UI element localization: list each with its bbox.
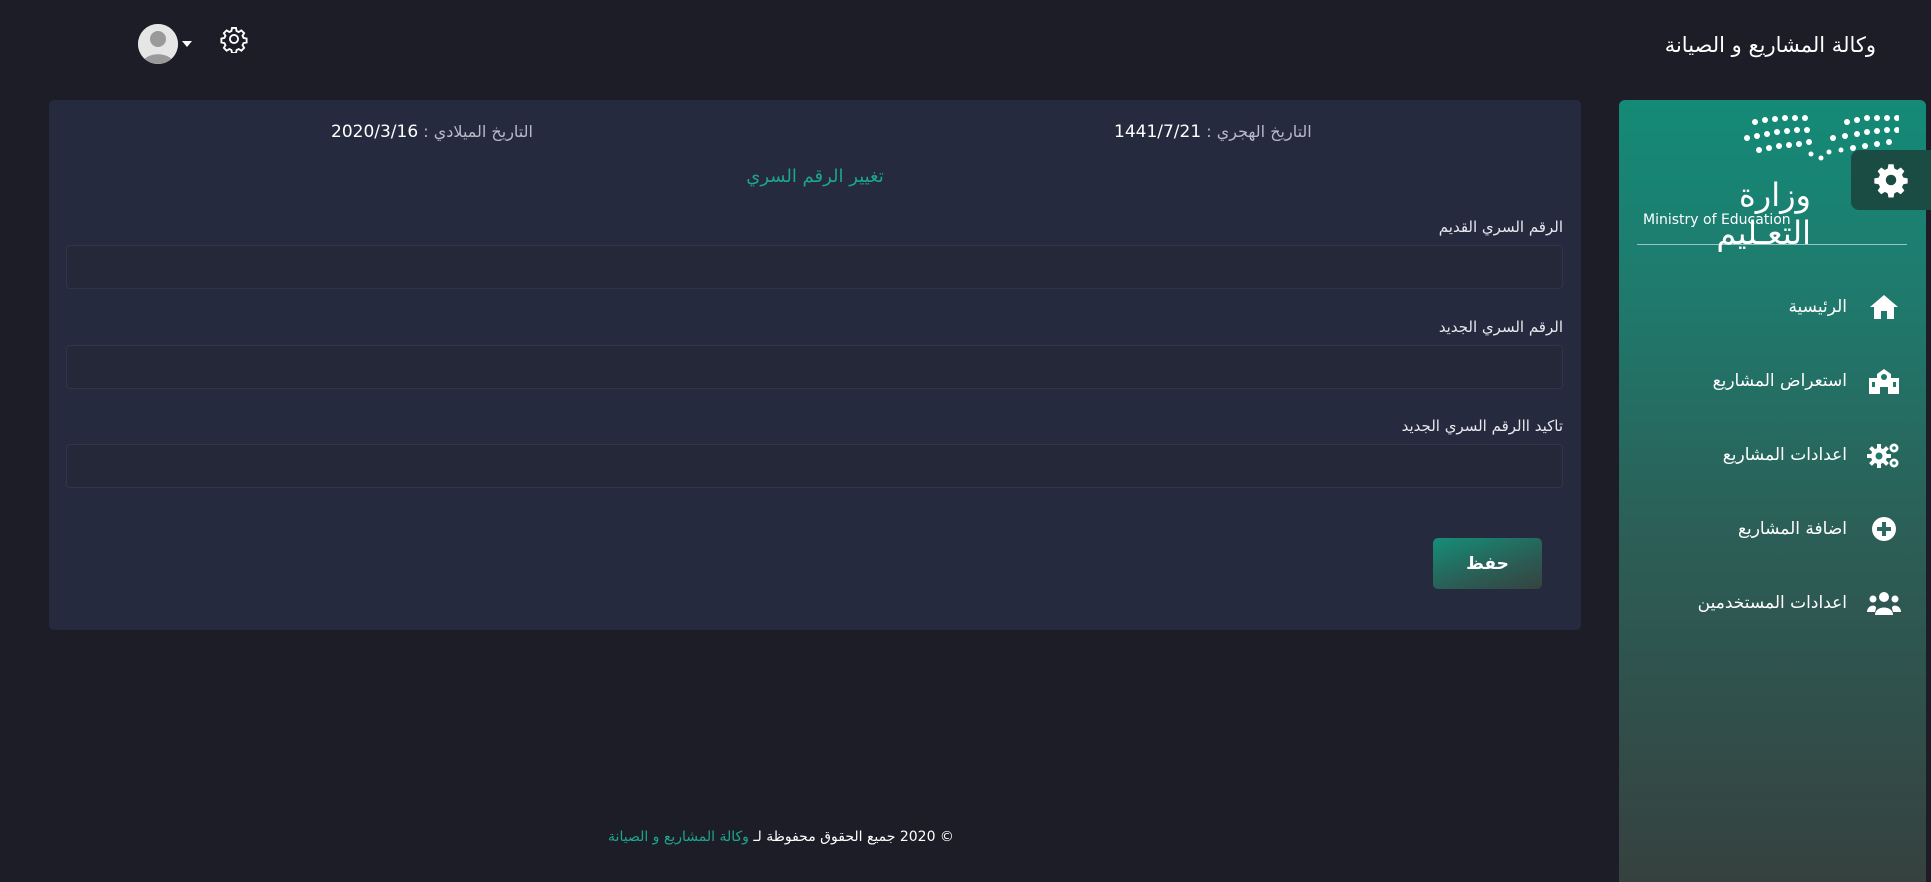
chevron-down-icon[interactable] [182,41,192,47]
gear-icon[interactable] [220,25,248,53]
home-icon [1867,292,1901,322]
brand-title: وكالة المشاريع و الصيانة [1664,33,1876,57]
save-button[interactable]: حفظ [1433,538,1542,589]
school-icon [1867,366,1901,396]
sidebar-divider [1637,244,1907,245]
avatar-icon[interactable] [138,24,178,64]
new-password-field[interactable] [66,345,1563,389]
gear-icon [1874,164,1908,198]
change-password-card: التاريخ الهجري : 1441/7/21 التاريخ الميل… [49,100,1581,630]
footer-copyright: © 2020 جميع الحقوق محفوظة لـ [753,829,954,845]
gregorian-date-value: 2020/3/16 [331,122,419,142]
gregorian-date-label: التاريخ الميلادي : [423,122,533,141]
hijri-date-label: التاريخ الهجري : [1206,122,1312,141]
confirm-password-field[interactable] [66,444,1563,488]
sidebar-item-label: اضافة المشاريع [1737,519,1847,539]
new-password-label: الرقم السري الجديد [1438,318,1563,336]
plus-circle-icon [1867,514,1901,544]
user-menu[interactable] [138,24,192,64]
top-bar: وكالة المشاريع و الصيانة [0,0,1931,95]
sidebar-item-add-projects[interactable]: اضافة المشاريع [1619,492,1926,566]
sidebar-item-label: استعراض المشاريع [1712,371,1847,391]
sidebar-item-label: اعدادات المستخدمين [1697,593,1847,613]
footer-link[interactable]: وكالة المشاريع و الصيانة [608,829,749,845]
sidebar-menu: الرئيسية استعراض المشاريع اعدادات المشار… [1619,270,1926,640]
form-title: تغيير الرقم السري [746,166,884,187]
hijri-date-value: 1441/7/21 [1114,122,1202,142]
cogs-icon [1867,440,1901,470]
sidebar-item-label: الرئيسية [1788,297,1847,317]
gregorian-date: التاريخ الميلادي : 2020/3/16 [331,122,533,142]
sidebar: وزارة التعـليم Ministry of Education الر… [1619,100,1926,882]
old-password-label: الرقم السري القديم [1438,218,1563,236]
settings-toggle-button[interactable] [1851,150,1931,210]
hijri-date: التاريخ الهجري : 1441/7/21 [1114,122,1312,142]
footer: © 2020 جميع الحقوق محفوظة لـ وكالة المشا… [0,829,1562,845]
logo-english-text: Ministry of Education [1643,212,1791,228]
old-password-field[interactable] [66,245,1563,289]
sidebar-item-view-projects[interactable]: استعراض المشاريع [1619,344,1926,418]
confirm-password-label: تاكيد االرقم السري الجديد [1401,417,1563,435]
sidebar-item-user-settings[interactable]: اعدادات المستخدمين [1619,566,1926,640]
sidebar-item-label: اعدادات المشاريع [1722,445,1847,465]
sidebar-item-project-settings[interactable]: اعدادات المشاريع [1619,418,1926,492]
sidebar-item-home[interactable]: الرئيسية [1619,270,1926,344]
users-icon [1867,588,1901,618]
